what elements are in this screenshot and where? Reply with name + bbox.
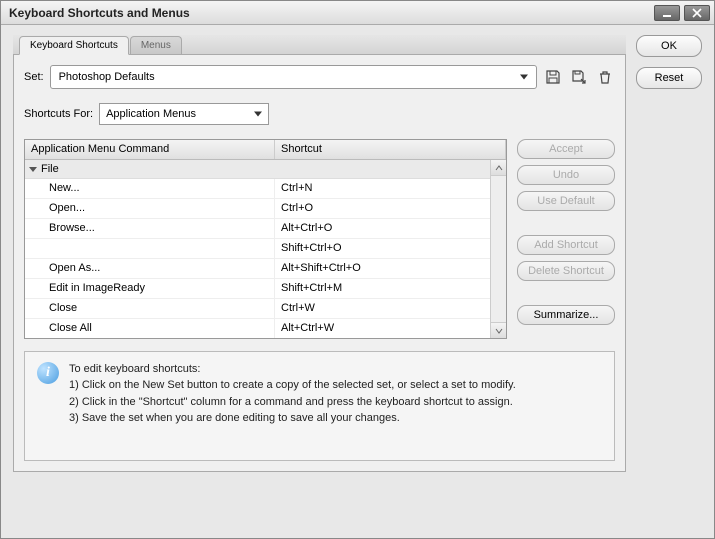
save-set-button[interactable] [543,67,563,87]
column-command[interactable]: Application Menu Command [25,140,275,159]
info-line: 1) Click on the New Set button to create… [69,378,516,393]
floppy-arrow-icon [571,69,587,85]
table-row[interactable]: Open As... Alt+Shift+Ctrl+O [25,259,506,279]
column-shortcut[interactable]: Shortcut [275,140,506,159]
info-box: i To edit keyboard shortcuts: 1) Click o… [24,351,615,461]
summarize-button[interactable]: Summarize... [517,305,615,325]
dialog-body: Keyboard Shortcuts Menus Set: Photoshop … [1,25,714,482]
use-default-button[interactable]: Use Default [517,191,615,211]
new-set-button[interactable] [569,67,589,87]
tab-keyboard-shortcuts[interactable]: Keyboard Shortcuts [19,36,129,55]
titlebar: Keyboard Shortcuts and Menus [1,1,714,25]
table-row[interactable]: Close All Alt+Ctrl+W [25,319,506,339]
cmd-cell: New... [25,179,275,198]
shortcuts-for-value: Application Menus [106,108,196,120]
cmd-cell: Close [25,299,275,318]
info-line: 3) Save the set when you are done editin… [69,411,516,426]
shortcut-cell[interactable]: Ctrl+N [275,179,506,198]
chevron-down-icon[interactable] [29,167,37,172]
shortcuts-table: Application Menu Command Shortcut File N… [24,139,507,339]
close-button[interactable] [684,5,710,21]
group-label: File [41,163,59,175]
shortcuts-for-label: Shortcuts For: [24,108,93,120]
cmd-cell: Open... [25,199,275,218]
shortcut-cell[interactable]: Ctrl+W [275,299,506,318]
table-row[interactable]: New... Ctrl+N [25,179,506,199]
delete-set-button[interactable] [595,67,615,87]
tab-strip: Keyboard Shortcuts Menus [13,35,626,55]
scrollbar[interactable] [490,160,506,338]
floppy-icon [545,69,561,85]
info-heading: To edit keyboard shortcuts: [69,362,516,377]
shortcuts-panel: Set: Photoshop Defaults Shortcut [13,55,626,472]
shortcut-cell[interactable]: Ctrl+O [275,199,506,218]
shortcuts-for-select[interactable]: Application Menus [99,103,269,125]
undo-button[interactable]: Undo [517,165,615,185]
tab-menus[interactable]: Menus [130,36,182,54]
info-text: To edit keyboard shortcuts: 1) Click on … [69,362,516,450]
group-file[interactable]: File [25,160,506,179]
trash-icon [597,69,613,85]
shortcut-cell[interactable]: Shift+Ctrl+O [275,239,506,258]
shortcut-cell[interactable]: Alt+Ctrl+O [275,219,506,238]
main-panel: Keyboard Shortcuts Menus Set: Photoshop … [13,35,626,472]
shortcut-cell[interactable]: Shift+Ctrl+M [275,279,506,298]
table-row[interactable]: Shift+Ctrl+O [25,239,506,259]
action-buttons: Accept Undo Use Default Add Shortcut Del… [517,139,615,339]
set-label: Set: [24,71,44,83]
window-title: Keyboard Shortcuts and Menus [9,6,190,20]
scroll-down-button[interactable] [491,322,506,338]
cmd-cell [25,239,275,258]
reset-button[interactable]: Reset [636,67,702,89]
ok-button[interactable]: OK [636,35,702,57]
table-row[interactable]: Close Ctrl+W [25,299,506,319]
set-value: Photoshop Defaults [59,71,155,83]
shortcut-cell[interactable]: Alt+Shift+Ctrl+O [275,259,506,278]
cmd-cell: Open As... [25,259,275,278]
minimize-button[interactable] [654,5,680,21]
table-row[interactable]: Open... Ctrl+O [25,199,506,219]
info-icon: i [37,362,59,384]
cmd-cell: Close All [25,319,275,338]
close-icon [692,8,702,18]
grid-area: Application Menu Command Shortcut File N… [24,139,615,339]
shortcuts-for-row: Shortcuts For: Application Menus [24,103,615,125]
table-body[interactable]: File New... Ctrl+N Open... Ctrl+O [25,160,506,339]
cmd-cell: Browse... [25,219,275,238]
chevron-down-icon [495,327,503,335]
minimize-icon [662,8,672,18]
table-header: Application Menu Command Shortcut [25,140,506,160]
delete-shortcut-button[interactable]: Delete Shortcut [517,261,615,281]
set-select[interactable]: Photoshop Defaults [50,65,537,89]
info-line: 2) Click in the "Shortcut" column for a … [69,395,516,410]
window-controls [654,5,710,21]
table-row[interactable]: Edit in ImageReady Shift+Ctrl+M [25,279,506,299]
table-row[interactable]: Browse... Alt+Ctrl+O [25,219,506,239]
set-row: Set: Photoshop Defaults [24,65,615,89]
dialog-window: Keyboard Shortcuts and Menus Keyboard Sh… [0,0,715,539]
spacer [517,217,615,229]
accept-button[interactable]: Accept [517,139,615,159]
shortcut-cell[interactable]: Alt+Ctrl+W [275,319,506,338]
add-shortcut-button[interactable]: Add Shortcut [517,235,615,255]
chevron-up-icon [495,164,503,172]
scroll-up-button[interactable] [491,160,506,176]
cmd-cell: Edit in ImageReady [25,279,275,298]
dialog-buttons: OK Reset [636,35,704,472]
spacer [517,287,615,299]
